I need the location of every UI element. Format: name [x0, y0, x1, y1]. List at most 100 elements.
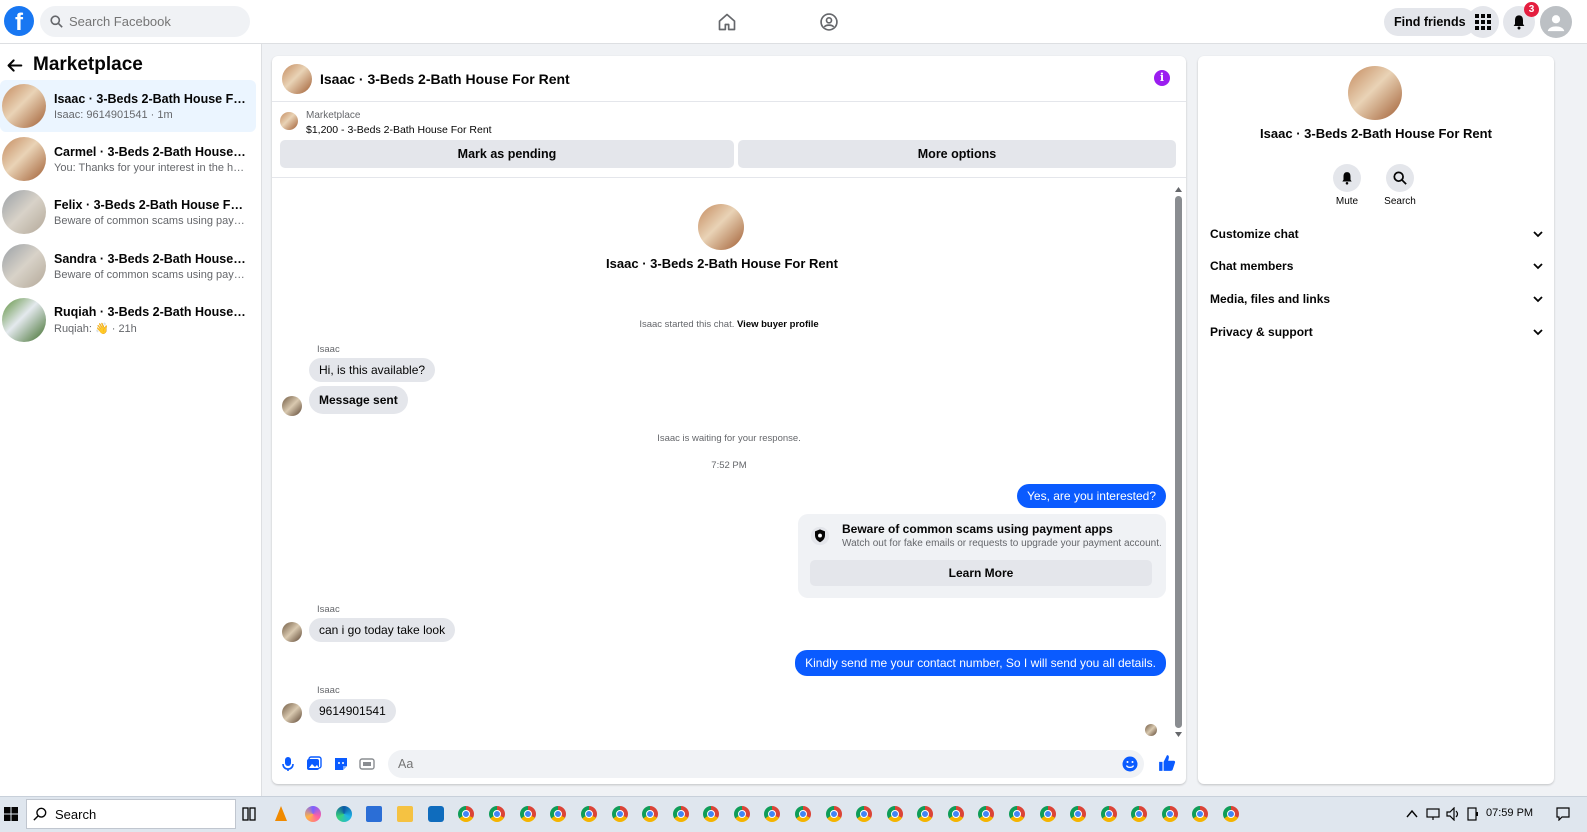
volume-icon[interactable]	[1446, 807, 1460, 821]
chat-title[interactable]: Isaac · 3-Beds 2-Bath House For Rent	[320, 71, 570, 87]
file-explorer-icon[interactable]	[397, 806, 413, 822]
chrome-icon[interactable]	[458, 806, 474, 822]
chrome-icon[interactable]	[520, 806, 536, 822]
info-icon[interactable]: i	[1154, 70, 1170, 86]
store-icon[interactable]	[366, 806, 382, 822]
search-in-chat-button[interactable]: Search	[1370, 164, 1430, 207]
chrome-icon[interactable]	[764, 806, 780, 822]
chrome-icon[interactable]	[642, 806, 658, 822]
gif-icon[interactable]	[359, 756, 375, 772]
chrome-icon[interactable]	[673, 806, 689, 822]
more-options-button[interactable]: More options	[738, 140, 1176, 168]
emoji-icon[interactable]	[1122, 756, 1138, 772]
windows-start-icon[interactable]	[4, 807, 18, 821]
like-thumb-icon[interactable]	[1158, 754, 1176, 772]
sender-avatar[interactable]	[282, 622, 302, 642]
message-input[interactable]	[388, 750, 1088, 778]
photo-icon[interactable]	[306, 756, 322, 772]
sender-avatar[interactable]	[282, 396, 302, 416]
chrome-icon[interactable]	[734, 806, 750, 822]
chrome-icon[interactable]	[1131, 806, 1147, 822]
taskbar-search[interactable]: Search	[26, 799, 236, 829]
mark-as-pending-button[interactable]: Mark as pending	[280, 140, 734, 168]
details-avatar[interactable]	[1348, 66, 1402, 120]
conversation-snippet: Beware of common scams using payment app…	[54, 268, 246, 281]
chrome-icon[interactable]	[887, 806, 903, 822]
media-files-links-row[interactable]: Media, files and links	[1210, 288, 1544, 310]
conversation-item-isaac[interactable]: Isaac · 3-Beds 2-Bath House For Rent Isa…	[0, 80, 256, 132]
row-label: Customize chat	[1210, 227, 1299, 241]
back-arrow-icon[interactable]	[6, 57, 23, 74]
chevron-down-icon	[1533, 296, 1543, 303]
conversation-item-felix[interactable]: Felix · 3-Beds 2-Bath House For Rent Bew…	[0, 186, 256, 238]
chrome-icon[interactable]	[550, 806, 566, 822]
chrome-icon[interactable]	[978, 806, 994, 822]
facebook-logo[interactable]: f	[4, 6, 34, 36]
outgoing-message-bubble[interactable]: Kindly send me your contact number, So I…	[795, 650, 1166, 676]
message-bubble[interactable]: 9614901541	[309, 699, 396, 723]
chrome-icon[interactable]	[1162, 806, 1178, 822]
sender-avatar[interactable]	[282, 703, 302, 723]
chrome-icon[interactable]	[489, 806, 505, 822]
chat-avatar[interactable]	[282, 63, 312, 94]
listing-thumbnail	[2, 137, 46, 181]
sender-name: Isaac	[317, 344, 340, 355]
edge-icon[interactable]	[336, 806, 352, 822]
notification-center-icon[interactable]	[1556, 807, 1570, 821]
message-timestamp: 7:52 PM	[711, 460, 747, 471]
listing-price-title[interactable]: $1,200 - 3-Beds 2-Bath House For Rent	[306, 124, 492, 136]
chrome-icon[interactable]	[1192, 806, 1208, 822]
privacy-support-row[interactable]: Privacy & support	[1210, 321, 1544, 343]
message-sent-bubble[interactable]: Message sent	[309, 386, 408, 414]
groups-icon[interactable]	[817, 10, 841, 34]
search-input[interactable]	[69, 14, 229, 29]
chrome-icon[interactable]	[1223, 806, 1239, 822]
mute-button[interactable]: Mute	[1317, 164, 1377, 207]
chevron-up-icon[interactable]	[1406, 809, 1418, 819]
message-input-box[interactable]	[388, 750, 1144, 778]
microphone-icon[interactable]	[280, 756, 296, 772]
chrome-icon[interactable]	[581, 806, 597, 822]
search-box[interactable]	[40, 6, 250, 37]
row-label: Chat members	[1210, 259, 1294, 273]
vlc-icon[interactable]	[274, 806, 288, 822]
sender-name: Isaac	[317, 604, 340, 615]
chrome-icon[interactable]	[948, 806, 964, 822]
message-bubble[interactable]: Hi, is this available?	[309, 358, 436, 382]
conversation-item-carmel[interactable]: Carmel · 3-Beds 2-Bath House For Rent Yo…	[0, 133, 256, 185]
home-icon[interactable]	[715, 10, 739, 34]
task-view-icon[interactable]	[242, 807, 256, 821]
chrome-icon[interactable]	[1070, 806, 1086, 822]
notifications-button[interactable]: 3	[1503, 2, 1539, 38]
conversation-item-sandra[interactable]: Sandra · 3-Beds 2-Bath House For Rent Be…	[0, 240, 256, 292]
chrome-icon[interactable]	[917, 806, 933, 822]
listing-thumbnail[interactable]	[280, 112, 298, 130]
search-icon	[1393, 171, 1407, 185]
outgoing-message-bubble[interactable]: Yes, are you interested?	[1017, 484, 1166, 508]
chrome-icon[interactable]	[1040, 806, 1056, 822]
intro-avatar[interactable]	[698, 204, 744, 250]
account-avatar[interactable]	[1540, 6, 1572, 38]
chrome-icon[interactable]	[795, 806, 811, 822]
sticker-icon[interactable]	[333, 756, 349, 772]
chrome-icon[interactable]	[856, 806, 872, 822]
message-bubble[interactable]: can i go today take look	[309, 618, 456, 642]
outlook-icon[interactable]	[428, 806, 444, 822]
menu-button[interactable]	[1467, 6, 1499, 38]
learn-more-button[interactable]: Learn More	[810, 560, 1152, 586]
battery-icon[interactable]	[1466, 807, 1480, 821]
chrome-icon[interactable]	[1009, 806, 1025, 822]
conversation-item-ruqiah[interactable]: Ruqiah · 3-Beds 2-Bath House For Rent Ru…	[0, 294, 256, 346]
customize-chat-row[interactable]: Customize chat	[1210, 223, 1544, 245]
chrome-icon[interactable]	[703, 806, 719, 822]
view-buyer-profile-link[interactable]: View buyer profile	[737, 319, 819, 330]
copilot-icon[interactable]	[305, 806, 321, 822]
chrome-icon[interactable]	[612, 806, 628, 822]
chrome-icon[interactable]	[826, 806, 842, 822]
chrome-icon[interactable]	[1101, 806, 1117, 822]
network-icon[interactable]	[1426, 807, 1440, 821]
chat-window: Isaac · 3-Beds 2-Bath House For Rent i M…	[272, 56, 1186, 784]
chat-members-row[interactable]: Chat members	[1210, 255, 1544, 277]
find-friends-button[interactable]: Find friends	[1384, 8, 1476, 36]
taskbar-clock[interactable]: 07:59 PM	[1486, 807, 1533, 819]
